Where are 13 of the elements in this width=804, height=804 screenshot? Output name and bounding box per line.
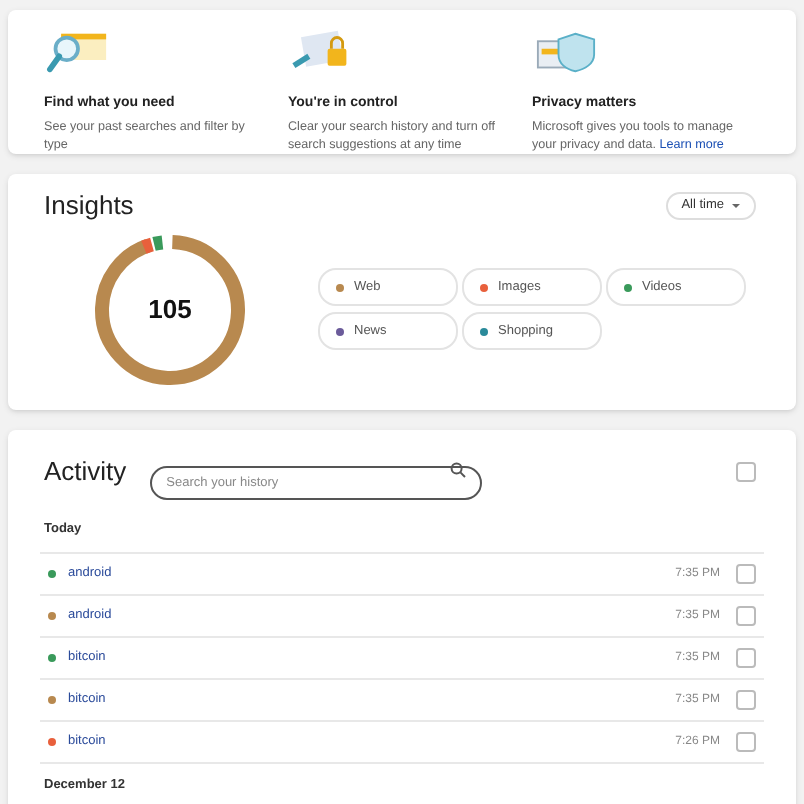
checkbox[interactable] <box>736 648 756 669</box>
search-icon <box>450 462 467 479</box>
checkbox[interactable] <box>736 690 756 711</box>
checkbox[interactable] <box>736 606 756 627</box>
caret-icon <box>732 203 740 208</box>
total-count: 105 <box>148 295 192 323</box>
shield-icon <box>532 30 600 75</box>
checkbox[interactable] <box>736 564 756 585</box>
activity-title: Activity <box>44 454 127 490</box>
checkbox[interactable] <box>736 732 756 753</box>
magnifier-icon <box>44 30 112 75</box>
insights-title: Insights <box>44 188 134 224</box>
checkbox[interactable] <box>736 461 756 482</box>
